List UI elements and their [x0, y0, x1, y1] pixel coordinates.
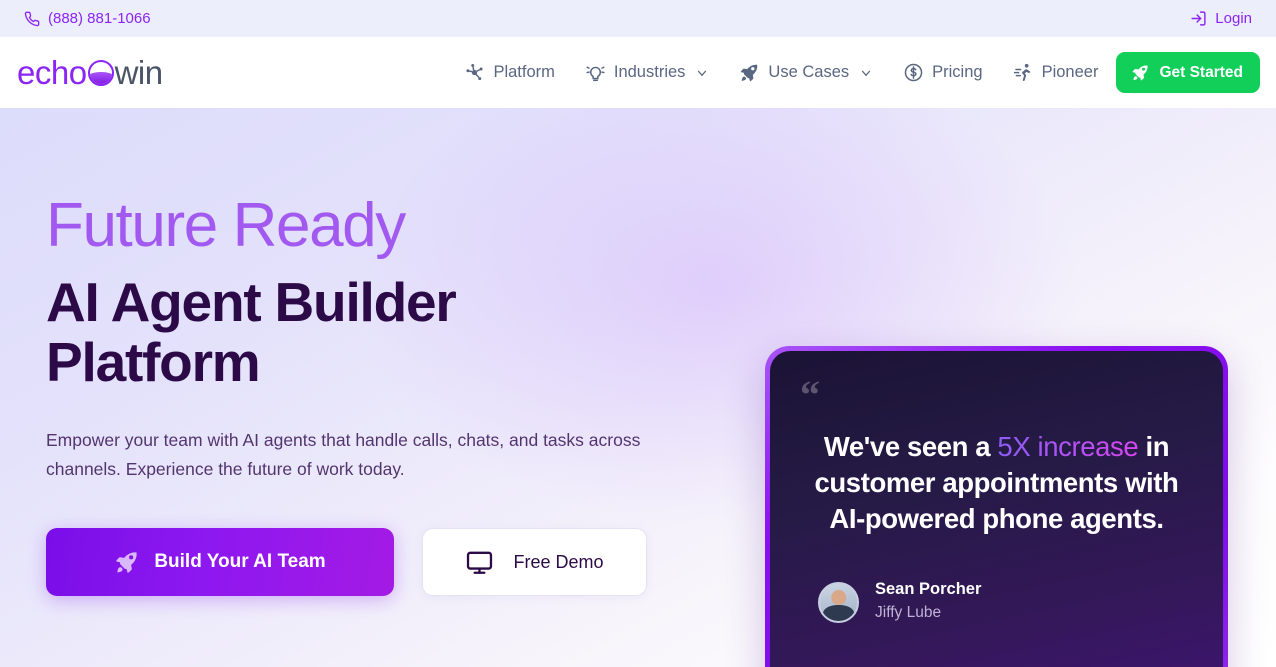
nav-item-use-cases[interactable]: Use Cases — [739, 62, 873, 83]
nav-item-label: Pricing — [932, 63, 983, 81]
nav-item-industries[interactable]: Industries — [585, 62, 710, 83]
testimonial-quote: We've seen a 5X increase in customer app… — [800, 429, 1193, 537]
testimonial-author: Sean Porcher Jiffy Lube — [800, 579, 1193, 625]
hero-section: Future Ready AI Agent Builder Platform E… — [0, 108, 1276, 667]
hero-subtext: Empower your team with AI agents that ha… — [46, 430, 641, 479]
build-your-ai-team-button[interactable]: Build Your AI Team — [46, 528, 394, 597]
monitor-screen-icon — [465, 548, 494, 577]
chevron-down-icon[interactable] — [695, 66, 709, 80]
rocket-icon — [739, 62, 760, 83]
get-started-button[interactable]: Get Started — [1116, 52, 1260, 93]
lightbulb-idea-icon — [585, 62, 606, 83]
phone-link[interactable]: (888) 881-1066 — [24, 10, 151, 27]
login-arrow-icon — [1190, 10, 1207, 27]
nav-item-label: Pioneer — [1041, 63, 1099, 81]
site-logo[interactable]: echo win — [17, 56, 163, 89]
quote-text-part1: We've seen a — [823, 431, 998, 462]
top-utility-bar: (888) 881-1066 Login — [0, 0, 1276, 37]
network-nodes-icon — [464, 62, 485, 83]
running-person-icon — [1013, 62, 1034, 83]
phone-number-text: (888) 881-1066 — [48, 10, 151, 27]
author-company: Jiffy Lube — [875, 604, 942, 622]
author-avatar — [818, 581, 859, 623]
testimonial-panel: “ We've seen a 5X increase in customer a… — [765, 346, 1228, 667]
page-title: AI Agent Builder Platform — [46, 271, 457, 394]
free-demo-button[interactable]: Free Demo — [422, 528, 647, 597]
nav-item-label: Use Cases — [768, 63, 850, 81]
nav-links: Platform Industries Use Cases Pricing Pi… — [464, 62, 1098, 83]
logo-text-win: win — [114, 54, 164, 91]
phone-icon — [24, 11, 40, 27]
dollar-circle-icon — [903, 62, 924, 83]
rocket-icon — [114, 549, 140, 575]
nav-item-pioneer[interactable]: Pioneer — [1013, 62, 1099, 83]
hero-content: Future Ready AI Agent Builder Platform E… — [0, 108, 740, 667]
login-label: Login — [1215, 10, 1252, 27]
nav-item-label: Platform — [493, 63, 555, 81]
nav-item-label: Industries — [613, 63, 686, 81]
logo-text-echo: echo — [17, 54, 87, 91]
nav-item-platform[interactable]: Platform — [464, 62, 555, 83]
quote-mark-icon: “ — [800, 372, 820, 417]
chevron-down-icon[interactable] — [859, 66, 873, 80]
secondary-button-label: Free Demo — [513, 551, 604, 572]
rocket-icon — [1131, 63, 1150, 82]
login-link[interactable]: Login — [1190, 10, 1252, 27]
primary-button-label: Build Your AI Team — [154, 551, 326, 573]
nav-item-pricing[interactable]: Pricing — [903, 62, 983, 83]
author-name: Sean Porcher — [875, 580, 982, 599]
get-started-label: Get Started — [1159, 63, 1243, 81]
echowin-circle-wave-icon — [87, 59, 114, 86]
main-navigation-bar: echo win Platform Industries Use Cases P… — [0, 37, 1276, 108]
quote-highlight: 5X increase — [997, 431, 1139, 462]
hero-eyebrow: Future Ready — [46, 191, 406, 260]
hero-cta-group: Build Your AI Team Free Demo — [46, 528, 740, 597]
testimonial-card: “ We've seen a 5X increase in customer a… — [765, 346, 1228, 667]
